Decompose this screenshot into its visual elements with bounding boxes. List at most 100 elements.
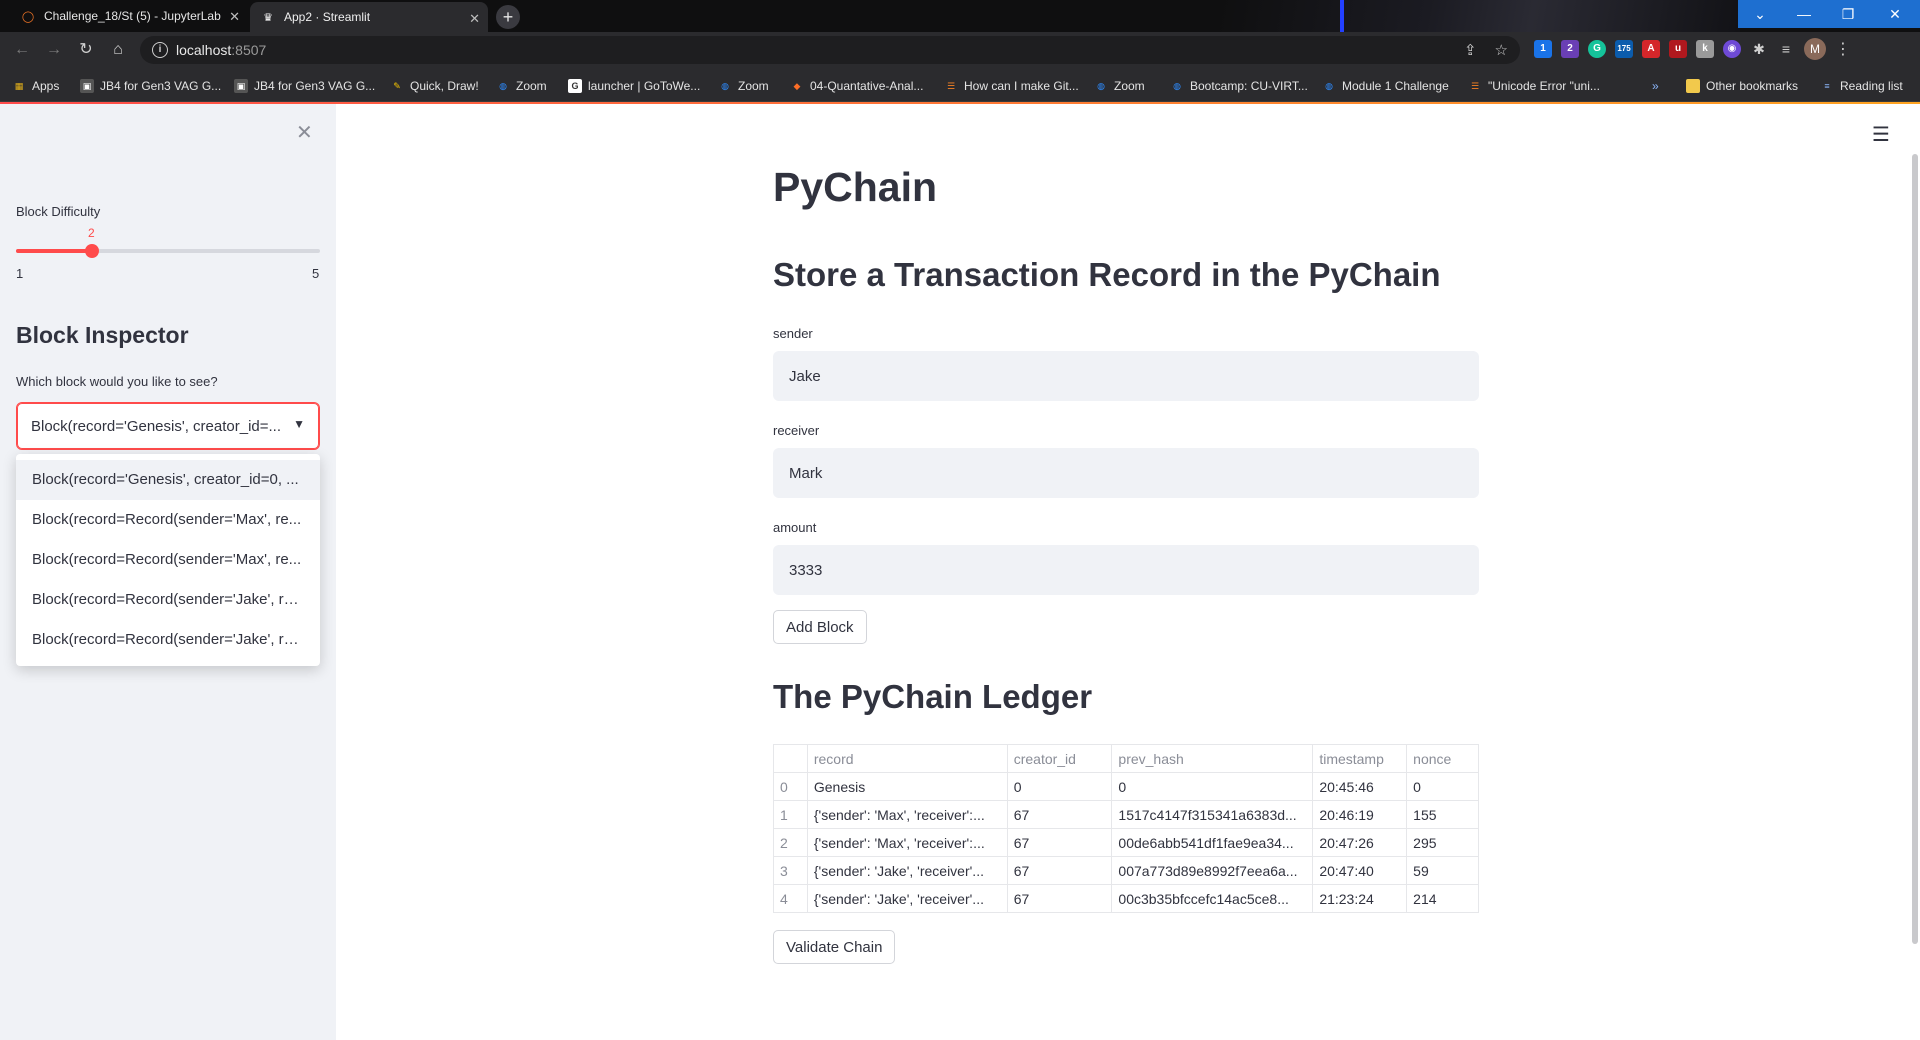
block-select-dropdown: Block(record='Genesis', creator_id=0, ..… [16,454,320,666]
table-cell: 20:45:46 [1312,772,1408,801]
minimize-button[interactable]: — [1782,0,1826,28]
close-icon[interactable]: ✕ [469,11,480,27]
window-decoration [1220,0,1740,32]
column-header[interactable]: timestamp [1312,744,1408,773]
extension-icon[interactable]: 175 [1615,40,1633,58]
forward-button[interactable]: → [44,40,64,60]
dropdown-option[interactable]: Block(record=Record(sender='Jake', re... [16,620,320,660]
bookmarks-bar: ▦ Apps ▣ JB4 for Gen3 VAG G... ▣ JB4 for Ge… [0,68,1920,102]
slider-label: Block Difficulty [16,204,101,219]
dropdown-option[interactable]: Block(record=Record(sender='Jake', re... [16,580,320,620]
add-block-button[interactable]: Add Block [773,610,867,644]
column-header[interactable]: record [806,744,1008,773]
menu-icon[interactable]: ⋮ [1835,39,1851,59]
back-button[interactable]: ← [12,40,32,60]
zoom-icon: ◍ [1097,81,1105,91]
section-heading-ledger: The PyChain Ledger [773,678,1093,715]
restore-button[interactable]: ❐ [1826,0,1870,28]
stackoverflow-icon: ☰ [946,81,956,91]
sender-input[interactable] [773,351,1479,401]
close-icon[interactable]: ✕ [229,9,240,25]
other-bookmarks[interactable]: Other bookmarks [1686,77,1798,95]
page-title: PyChain [773,164,938,210]
gitlab-icon: ◆ [793,81,801,91]
tab-jupyterlab[interactable]: ◯ Challenge_18/St (5) - JupyterLab ✕ [10,0,248,32]
column-header[interactable]: prev_hash [1111,744,1314,773]
bookmark-item[interactable]: ◆ 04-Quantative-Anal... [790,77,924,95]
home-button[interactable]: ⌂ [108,40,128,60]
section-heading-store: Store a Transaction Record in the PyChai… [773,256,1441,293]
hamburger-menu-icon[interactable]: ☰ [1872,122,1890,147]
reading-list[interactable]: ≡ Reading list [1820,77,1902,95]
table-cell: Genesis [806,772,1008,801]
extension-icon[interactable]: ◉ [1723,40,1741,58]
select-value: Block(record='Genesis', creator_id=... [31,418,282,435]
table-cell: 0 [1111,772,1314,801]
bookmark-item[interactable]: ▣ JB4 for Gen3 VAG G... [234,77,375,95]
goto-icon: G [568,79,582,93]
receiver-input[interactable] [773,448,1479,498]
table-cell: 214 [1406,884,1479,913]
dropdown-option[interactable]: Block(record=Record(sender='Max', re... [16,540,320,580]
extension-icon[interactable]: 1 [1534,40,1552,58]
slider-thumb[interactable] [85,244,99,258]
extension-icon[interactable]: k [1696,40,1714,58]
bookmark-item[interactable]: ◍ Zoom [1094,77,1145,95]
column-header[interactable]: nonce [1406,744,1479,773]
validate-chain-button[interactable]: Validate Chain [773,930,896,964]
bookmark-apps[interactable]: ▦ Apps [12,77,60,95]
jupyter-icon: ◯ [21,10,35,23]
profile-avatar[interactable]: M [1804,38,1826,60]
dropdown-option[interactable]: Block(record=Record(sender='Max', re... [16,500,320,540]
bookmark-item[interactable]: ◍ Bootcamp: CU-VIRT... [1170,77,1308,95]
bookmark-item[interactable]: ▣ JB4 for Gen3 VAG G... [80,77,221,95]
bookmark-star-icon[interactable]: ☆ [1495,41,1508,59]
share-icon[interactable]: ⇪ [1464,41,1477,59]
column-header[interactable]: creator_id [1006,744,1113,773]
table-cell: 67 [1006,828,1113,857]
difficulty-slider[interactable] [16,244,320,258]
table-cell: 21:23:24 [1312,884,1408,913]
extension-icon[interactable]: u [1669,40,1687,58]
puzzle-icon[interactable]: ✱ [1750,40,1768,58]
block-select[interactable]: Block(record='Genesis', creator_id=... ▼ [16,402,320,450]
address-bar[interactable]: i localhost:8507 ⇪ ☆ [140,36,1520,64]
sidebar: ✕ Block Difficulty 2 1 5 Block Inspector… [0,104,336,1040]
dropdown-option[interactable]: Block(record='Genesis', creator_id=0, ..… [16,460,320,500]
tab-streamlit[interactable]: ♛ App2 · Streamlit ✕ [250,2,488,32]
close-sidebar-icon[interactable]: ✕ [296,120,313,145]
table-row: 2 {'sender': 'Max', 'receiver':... 67 00… [773,828,1479,857]
column-header[interactable] [773,744,808,773]
info-icon[interactable]: i [152,42,168,58]
pdf-icon[interactable]: A [1642,40,1660,58]
reading-list-icon[interactable]: ≡ [1777,40,1795,58]
table-cell: {'sender': 'Max', 'receiver':... [806,828,1008,857]
bookmark-item[interactable]: Glauncher | GoToWe... [568,77,700,95]
more-bookmarks-button[interactable]: » [1652,77,1659,95]
new-tab-button[interactable]: + [496,5,520,29]
bookmark-item[interactable]: ☰ "Unicode Error "uni... [1468,77,1600,95]
zoom-icon: ◍ [499,81,507,91]
bookmark-item[interactable]: ☰ How can I make Git... [944,77,1079,95]
table-cell: 295 [1406,828,1479,857]
bookmark-item[interactable]: ◍ Zoom [496,77,547,95]
grammarly-icon[interactable]: G [1588,40,1606,58]
table-cell: 0 [1006,772,1113,801]
extension-icon[interactable]: 2 [1561,40,1579,58]
folder-icon [1686,79,1700,93]
bookmark-item[interactable]: ◍ Zoom [718,77,769,95]
site-icon: ◍ [1325,81,1333,91]
reload-button[interactable]: ↻ [76,40,96,60]
scrollbar[interactable] [1912,154,1918,944]
table-cell: 67 [1006,884,1113,913]
bookmark-item[interactable]: ✎ Quick, Draw! [390,77,478,95]
table-cell: {'sender': 'Jake', 'receiver'... [806,884,1008,913]
stackoverflow-icon: ☰ [1470,81,1480,91]
slider-min: 1 [16,266,24,281]
slider-fill [16,249,92,253]
ledger-table: record creator_id prev_hash timestamp no… [773,744,1479,913]
bookmark-item[interactable]: ◍ Module 1 Challenge [1322,77,1449,95]
close-window-button[interactable]: ✕ [1870,0,1920,28]
amount-input[interactable] [773,545,1479,595]
tab-search-button[interactable]: ⌄ [1738,0,1782,28]
